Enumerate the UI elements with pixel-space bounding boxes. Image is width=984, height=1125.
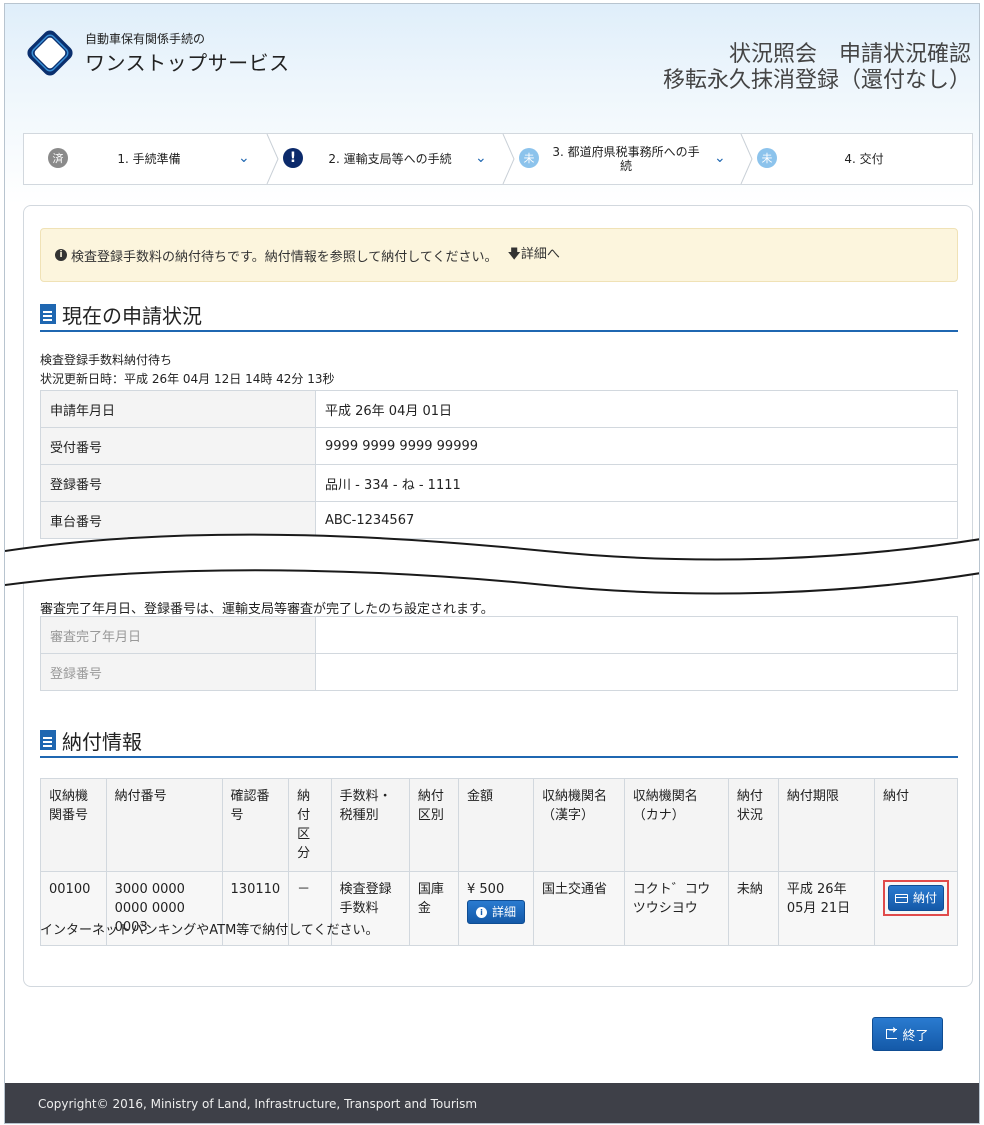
- brand-subtitle: 自動車保有関係手続の: [85, 32, 206, 46]
- step-2[interactable]: ! 2. 運輸支局等への手続 ⌄: [280, 134, 504, 184]
- agency-kana: コクト゛コウツウシヨウ: [623, 871, 729, 946]
- agency-kanji: 国土交通省: [533, 871, 625, 946]
- row-value: [315, 616, 958, 654]
- row-key: 登録番号: [40, 653, 316, 691]
- col-header: 確認番号: [221, 778, 290, 872]
- alert-badge-icon: !: [283, 148, 303, 168]
- row-key: 申請年月日: [40, 390, 316, 428]
- col-header: 納付: [874, 778, 958, 872]
- table-row: 登録番号: [40, 653, 958, 691]
- step-divider: [740, 134, 753, 184]
- payment-class: 国庫金: [408, 871, 460, 946]
- pay-button-highlight: 納付: [883, 880, 949, 916]
- exit-icon: [886, 1025, 898, 1039]
- detail-button[interactable]: i 詳細: [467, 900, 525, 924]
- table-row: 審査完了年月日: [40, 616, 958, 654]
- amount: ¥ 500: [467, 882, 505, 897]
- info-icon: i: [475, 906, 487, 918]
- col-header: 納付区別: [408, 778, 460, 872]
- col-header: 収納機関名（カナ）: [623, 778, 729, 872]
- table-row: 受付番号 9999 9999 9999 99999: [40, 427, 958, 465]
- notice-banner: i 検査登録手数料の納付待ちです。納付情報を参照して納付してください。 🡇詳細へ: [40, 228, 958, 282]
- status-table: 申請年月日 平成 26年 04月 01日 受付番号 9999 9999 9999 9…: [40, 390, 958, 539]
- table-header-row: 収納機関番号 納付番号 確認番号 納付区分 手数料・税種別 納付区別 金額 収納…: [40, 778, 958, 872]
- col-header: 収納機関番号: [40, 778, 107, 872]
- step-3[interactable]: 未 3. 都道府県税事務所への手続 ⌄: [516, 134, 742, 184]
- notice-text: 検査登録手数料の納付待ちです。納付情報を参照して納付してください。: [71, 249, 498, 265]
- step-4[interactable]: 未 4. 交付: [754, 134, 972, 184]
- detail-link[interactable]: 🡇詳細へ: [508, 243, 560, 267]
- footer: Copyright© 2016, Ministry of Land, Infra…: [5, 1083, 979, 1123]
- step-label: 1. 手続準備: [117, 152, 181, 166]
- document-icon: [40, 730, 56, 750]
- updated-time: 状況更新日時：平成 26年 04月 12日 14時 42分 13秒: [40, 372, 335, 386]
- status-line: 検査登録手数料納付待ち: [40, 353, 173, 367]
- deadline: 平成 26年 05月 21日: [777, 871, 876, 946]
- todo-badge-icon: 未: [519, 148, 539, 168]
- review-table: 審査完了年月日 登録番号: [40, 616, 958, 691]
- payment-note: インターネットバンキングやATM等で納付してください。: [40, 923, 379, 938]
- step-1[interactable]: 済 1. 手続準備 ⌄: [24, 134, 268, 184]
- col-header: 納付状況: [727, 778, 779, 872]
- brand-title: ワンストップサービス: [85, 51, 290, 75]
- col-header: 納付区分: [288, 778, 332, 872]
- current-status-heading: 現在の申請状況: [40, 298, 958, 332]
- logo-icon: [27, 30, 73, 76]
- arrow-down-icon: 🡇: [507, 247, 521, 262]
- row-value: [315, 653, 958, 691]
- row-value: 平成 26年 04月 01日: [315, 390, 958, 428]
- table-row: 申請年月日 平成 26年 04月 01日: [40, 390, 958, 428]
- row-key: 審査完了年月日: [40, 616, 316, 654]
- step-divider: [266, 134, 279, 184]
- document-icon: [40, 304, 56, 324]
- amount-cell: ¥ 500 i 詳細: [458, 871, 534, 946]
- payment-heading: 納付情報: [40, 724, 958, 758]
- row-value: 9999 9999 9999 99999: [315, 427, 958, 465]
- col-header: 手数料・税種別: [330, 778, 410, 872]
- end-button[interactable]: 終了: [872, 1017, 943, 1051]
- copyright-text: Copyright© 2016, Ministry of Land, Infra…: [38, 1097, 478, 1111]
- step-divider: [502, 134, 515, 184]
- review-note: 審査完了年月日、登録番号は、運輸支局等審査が完了したのち設定されます。: [40, 602, 494, 617]
- todo-badge-icon: 未: [757, 148, 777, 168]
- table-row: 登録番号 品川 - 334 - ね - 1111: [40, 464, 958, 502]
- step-label: 2. 運輸支局等への手続: [328, 152, 452, 166]
- page-break-wave: [5, 533, 979, 595]
- chevron-down-icon[interactable]: ⌄: [238, 150, 250, 166]
- pay-cell: 納付: [874, 871, 958, 946]
- col-header: 納付番号: [105, 778, 223, 872]
- row-key: 受付番号: [40, 427, 316, 465]
- col-header: 金額: [458, 778, 534, 872]
- pay-button[interactable]: 納付: [888, 885, 944, 911]
- page-subtitle: 移転永久抹消登録（還付なし）: [662, 68, 971, 93]
- row-value: 品川 - 334 - ね - 1111: [315, 464, 958, 502]
- step-navigation: 済 1. 手続準備 ⌄ ! 2. 運輸支局等への手続 ⌄ 未 3. 都道府県税事…: [23, 133, 973, 185]
- chevron-down-icon[interactable]: ⌄: [475, 150, 487, 166]
- payment-status: 未納: [727, 871, 779, 946]
- chevron-down-icon[interactable]: ⌄: [714, 150, 726, 166]
- card-icon: [894, 893, 908, 903]
- info-icon: i: [55, 249, 67, 261]
- check-badge-icon: 済: [48, 148, 68, 168]
- step-label: 4. 交付: [844, 152, 884, 166]
- col-header: 収納機関名（漢字）: [533, 778, 625, 872]
- page-frame: 自動車保有関係手続の ワンストップサービス 状況照会 申請状況確認 移転永久抹消…: [4, 3, 980, 1124]
- step-label: 3. 都道府県税事務所への手続: [552, 145, 700, 173]
- col-header: 納付期限: [777, 778, 876, 872]
- row-key: 登録番号: [40, 464, 316, 502]
